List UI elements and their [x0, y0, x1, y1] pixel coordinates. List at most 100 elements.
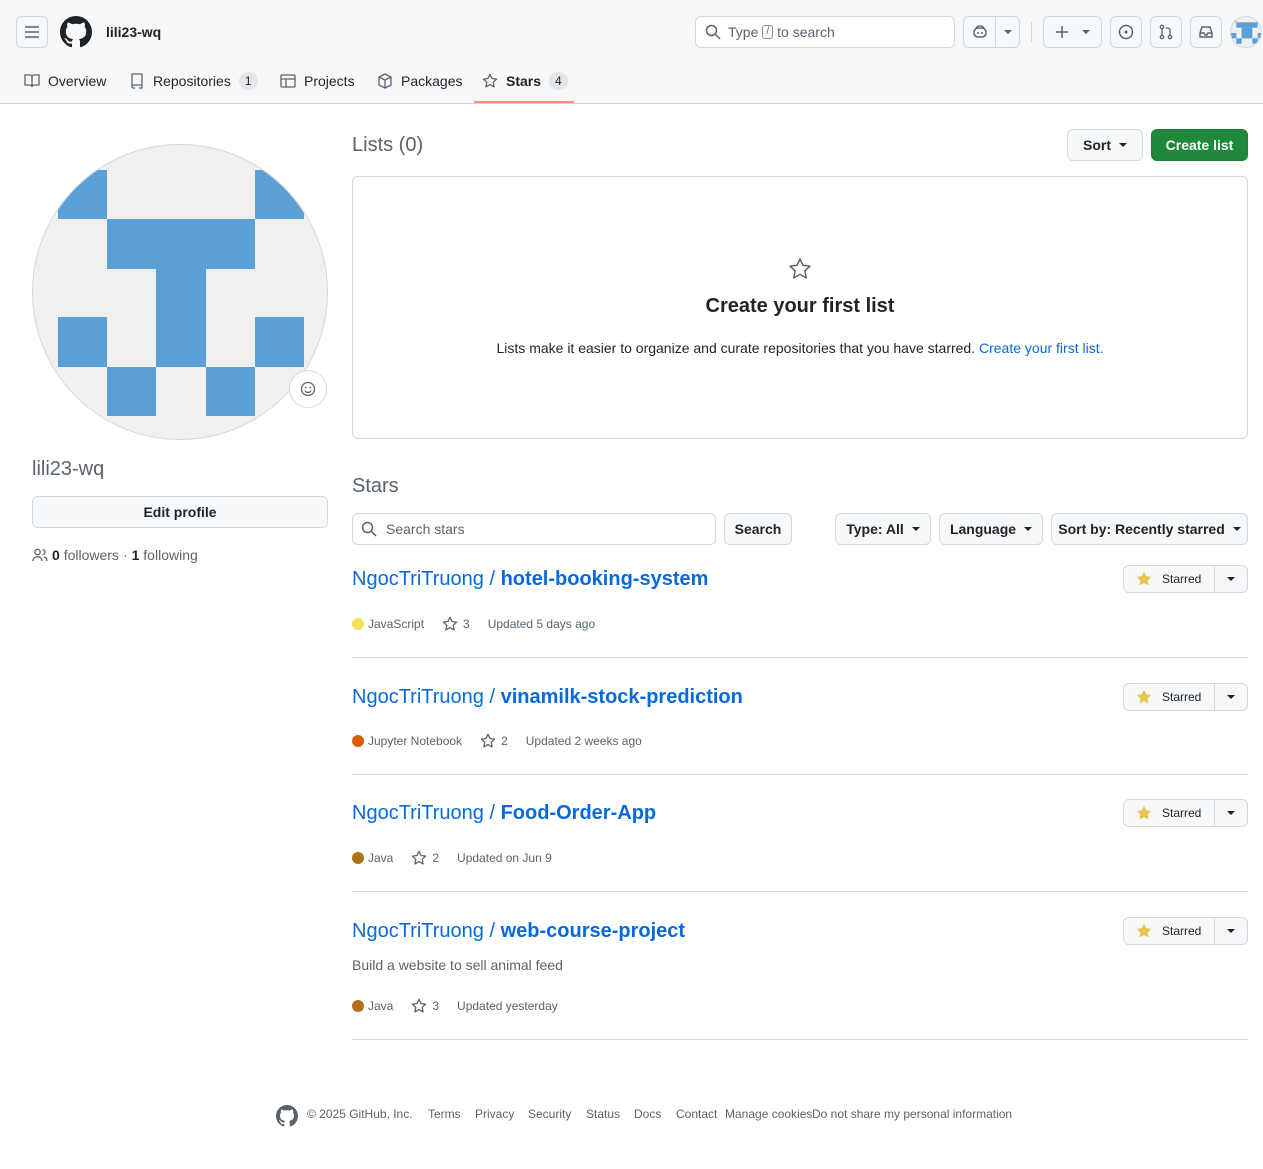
search-stars-button[interactable]: Search — [724, 513, 792, 545]
starred-button[interactable]: Starred — [1123, 683, 1248, 711]
repo-link[interactable]: NgocTriTruong / Food-Order-App — [352, 802, 656, 825]
footer-link-contact[interactable]: Contact — [676, 1107, 717, 1121]
footer-link-security[interactable]: Security — [528, 1107, 571, 1121]
empty-description: Lists make it easier to organize and cur… — [353, 340, 1247, 356]
github-logo-icon — [276, 1105, 298, 1127]
unstar-button[interactable]: Starred — [1124, 800, 1215, 826]
tab-projects[interactable]: Projects — [280, 64, 355, 98]
inbox-icon — [1199, 26, 1213, 38]
footer-copyright: © 2025 GitHub, Inc. — [307, 1107, 413, 1121]
divider — [1031, 22, 1032, 42]
divider — [352, 1039, 1248, 1040]
tab-packages[interactable]: Packages — [377, 64, 462, 98]
avatar-identicon — [58, 170, 304, 416]
copilot-button[interactable] — [963, 16, 1020, 48]
tab-repositories[interactable]: Repositories 1 — [129, 64, 258, 98]
repo-updated: Updated on Jun 9 — [457, 851, 552, 865]
starred-button[interactable]: Starred — [1123, 565, 1248, 593]
divider — [352, 657, 1248, 658]
tab-label: Stars — [506, 73, 542, 89]
list-dropdown[interactable] — [1215, 929, 1247, 933]
divider — [352, 774, 1248, 775]
list-dropdown[interactable] — [1215, 695, 1247, 699]
footer-link-do-not-share[interactable]: Do not share my personal information — [812, 1107, 1012, 1121]
repo-owner: NgocTriTruong — [352, 802, 484, 824]
list-dropdown[interactable] — [1215, 577, 1247, 581]
search-suffix: to search — [777, 24, 835, 40]
type-filter-label: Type: All — [846, 521, 904, 537]
inbox-button[interactable] — [1190, 16, 1222, 48]
profile-avatar[interactable] — [32, 144, 328, 440]
footer-github-logo[interactable] — [276, 1105, 298, 1130]
edit-profile-button[interactable]: Edit profile — [32, 496, 328, 528]
tab-overview[interactable]: Overview — [24, 64, 106, 98]
language-color-dot — [352, 618, 364, 630]
footer-link-privacy[interactable]: Privacy — [475, 1107, 514, 1121]
unstar-button[interactable]: Starred — [1124, 566, 1215, 592]
repo-updated: Updated 5 days ago — [487, 617, 596, 631]
github-logo[interactable] — [60, 16, 92, 48]
repo-meta: Jupyter Notebook 2 Updated 2 weeks ago — [352, 733, 642, 749]
user-avatar[interactable] — [1230, 16, 1262, 48]
people-icon — [32, 548, 48, 562]
repo-stars: 3 — [463, 617, 470, 631]
tab-label: Repositories — [153, 73, 231, 89]
tab-label: Packages — [401, 73, 463, 89]
followers-label: followers — [63, 547, 119, 563]
search-stars-input[interactable]: Search stars — [352, 513, 716, 545]
create-list-button[interactable]: Create list — [1151, 129, 1248, 161]
tab-label: Overview — [48, 73, 107, 89]
pull-requests-button[interactable] — [1150, 16, 1182, 48]
star-icon — [482, 73, 498, 88]
repo-link[interactable]: NgocTriTruong / vinamilk-stock-predictio… — [352, 686, 743, 709]
star-icon — [412, 850, 427, 865]
repo-link[interactable]: NgocTriTruong / web-course-project — [352, 920, 685, 943]
starred-button[interactable]: Starred — [1123, 799, 1248, 827]
language-color-dot — [352, 735, 364, 747]
create-first-list-link[interactable]: Create your first list. — [979, 340, 1103, 356]
star-fill-icon — [1136, 571, 1152, 586]
repo-link[interactable]: NgocTriTruong / hotel-booking-system — [352, 568, 708, 591]
stargazers-link[interactable]: 3 — [411, 998, 439, 1014]
menu-button[interactable] — [16, 16, 48, 48]
tab-stars[interactable]: Stars 4 — [482, 64, 568, 98]
language-filter-button[interactable]: Language — [939, 513, 1043, 545]
repo-name: web-course-project — [500, 920, 686, 942]
footer-link-docs[interactable]: Docs — [634, 1107, 661, 1121]
issues-button[interactable] — [1110, 16, 1142, 48]
create-new-button[interactable] — [1043, 16, 1102, 48]
repo-language: Java — [368, 999, 394, 1013]
global-search-input[interactable]: Type / to search — [695, 16, 955, 48]
copilot-dropdown-icon[interactable] — [996, 17, 1019, 47]
repo-separator: / — [489, 920, 496, 942]
empty-title: Create your first list — [705, 295, 895, 317]
followers-link[interactable]: 0 followers — [52, 547, 119, 563]
stargazers-link[interactable]: 2 — [411, 850, 439, 866]
following-link[interactable]: 1 following — [132, 547, 198, 563]
footer-link-status[interactable]: Status — [586, 1107, 620, 1121]
set-status-button[interactable] — [289, 370, 327, 408]
unstar-button[interactable]: Starred — [1124, 918, 1215, 944]
starred-label: Starred — [1162, 806, 1202, 820]
divider — [352, 891, 1248, 892]
repo-name: vinamilk-stock-prediction — [500, 686, 743, 708]
list-dropdown[interactable] — [1215, 811, 1247, 815]
avatar-identicon — [1231, 17, 1261, 44]
stargazers-link[interactable]: 2 — [480, 733, 508, 749]
starred-label: Starred — [1162, 924, 1202, 938]
header-username[interactable]: lili23-wq — [106, 24, 161, 40]
star-fill-icon — [1136, 805, 1152, 820]
stargazers-link[interactable]: 3 — [442, 616, 470, 632]
footer-link-terms[interactable]: Terms — [428, 1107, 461, 1121]
chevron-down-icon — [1082, 30, 1090, 34]
empty-text: Lists make it easier to organize and cur… — [496, 340, 976, 356]
book-icon — [24, 74, 40, 88]
type-filter-button[interactable]: Type: All — [835, 513, 931, 545]
footer-link-manage-cookies[interactable]: Manage cookies — [725, 1107, 812, 1121]
repo-language: Java — [368, 851, 394, 865]
sort-filter-button[interactable]: Sort by: Recently starred — [1051, 513, 1248, 545]
unstar-button[interactable]: Starred — [1124, 684, 1215, 710]
lists-sort-button[interactable]: Sort — [1067, 129, 1143, 161]
starred-button[interactable]: Starred — [1123, 917, 1248, 945]
tab-counter: 4 — [549, 72, 568, 90]
